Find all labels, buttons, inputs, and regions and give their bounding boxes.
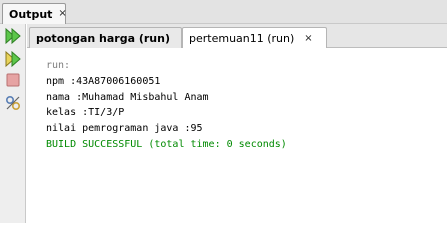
console-line: run: xyxy=(46,60,71,71)
console-line: kelas :TI/3/P xyxy=(46,107,125,119)
output-window-titlebar: Output × xyxy=(0,0,447,24)
tab-label: pertemuan11 (run) xyxy=(189,32,295,45)
settings-icon[interactable] xyxy=(4,94,22,112)
rerun-icon[interactable] xyxy=(4,27,22,45)
tab-pertemuan11[interactable]: pertemuan11 (run) × xyxy=(182,27,327,49)
tab-close-icon[interactable]: × xyxy=(304,33,312,44)
stop-icon[interactable] xyxy=(4,71,22,89)
tab-potongan-harga[interactable]: potongan harga (run) × xyxy=(29,27,190,48)
output-window-title: Output xyxy=(9,7,53,21)
console-line: npm :43A87006160051 xyxy=(46,75,161,87)
output-window-close-icon[interactable]: × xyxy=(58,9,66,19)
rerun-with-options-icon[interactable] xyxy=(4,50,22,68)
console-output[interactable]: run: npm :43A87006160051 nama :Muhamad M… xyxy=(27,48,447,223)
console-line: nilai pemrograman java :95 xyxy=(46,123,203,135)
console-line: nama :Muhamad Misbahul Anam xyxy=(46,91,209,103)
tab-label: potongan harga (run) xyxy=(36,31,170,45)
output-tabs-bar: potongan harga (run) × pertemuan11 (run)… xyxy=(27,24,447,49)
output-window-tab[interactable]: Output × xyxy=(2,3,67,24)
console-line-build-status: BUILD SUCCESSFUL (total time: 0 seconds) xyxy=(46,138,287,150)
output-toolbar xyxy=(0,24,26,223)
